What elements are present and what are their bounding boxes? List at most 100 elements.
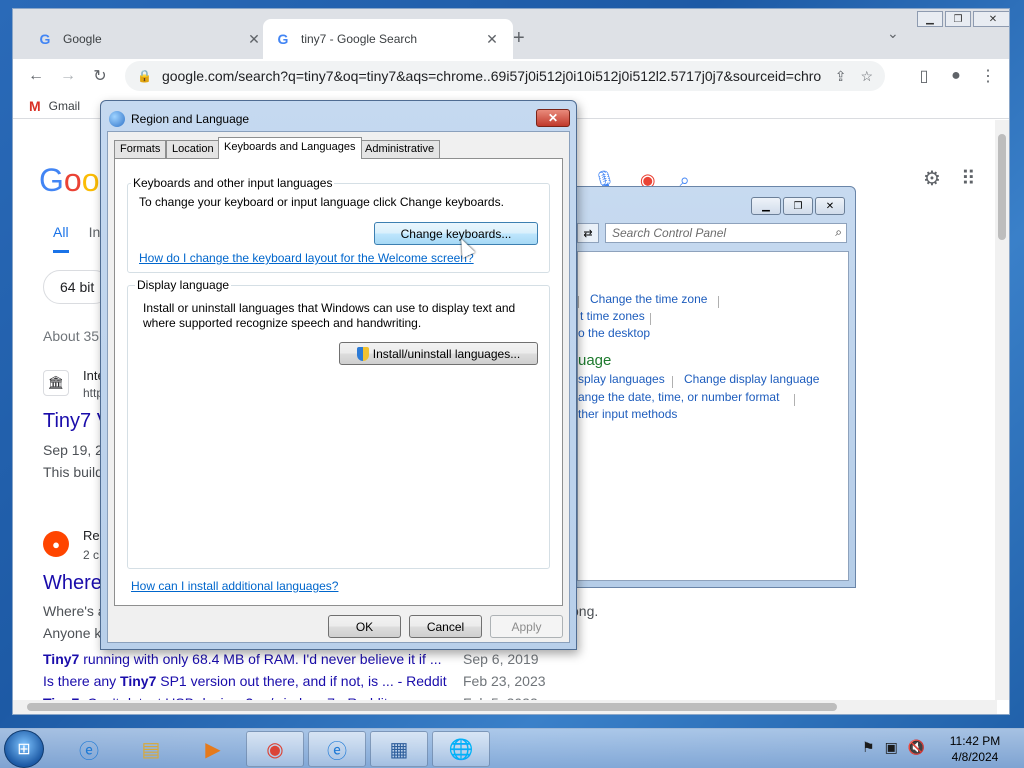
minimize-icon[interactable]: ▁ [917,11,943,27]
change-time-zone-link[interactable]: Change the time zone [590,292,707,306]
close-tab-icon[interactable]: ✕ [245,31,263,48]
sub-link-text: Is there any [43,673,121,689]
install-additional-languages-link[interactable]: How can I install additional languages? [131,579,338,593]
chrome-taskbar-icon[interactable]: ◉ [246,731,304,767]
horizontal-scrollbar[interactable] [13,700,997,714]
keyboards-group-label: Keyboards and other input languages [131,176,335,190]
tab-formats[interactable]: Formats [114,140,167,158]
tab-google[interactable]: G Google ✕ [25,19,275,59]
sub-link-text: SP1 version out there, and if not, is ..… [156,673,447,689]
tab-title: Google [63,32,102,46]
media-player-icon[interactable]: ▶ [184,731,242,767]
dialog-title-bar: Region and Language [109,111,249,127]
dialog-body: Formats Location Keyboards and Languages… [107,131,570,643]
tab-location[interactable]: Location [166,140,220,158]
side-panel-icon[interactable]: ▯ [913,65,935,87]
results-count: About 35 [43,328,100,344]
sub-link-bold: Tiny7 [43,651,80,667]
bookmark-gmail[interactable]: M Gmail [29,98,80,114]
result-title[interactable]: Where [43,572,102,595]
display-language-description-2: where supported recognize speech and han… [143,316,422,330]
apply-button[interactable]: Apply [490,615,563,638]
tab-tiny7-search[interactable]: G tiny7 - Google Search ✕ [263,19,513,59]
link-separator [650,313,651,325]
tab-administrative[interactable]: Administrative [359,140,441,158]
scrollbar-thumb[interactable] [27,703,837,711]
close-icon[interactable]: ✕ [815,197,845,215]
clock-desktop-link[interactable]: o the desktop [578,326,650,340]
sub-result-link[interactable]: Tiny7 running with only 68.4 MB of RAM. … [43,651,442,667]
clock-time: 11:42 PM [949,734,1001,748]
scrollbar-thumb[interactable] [998,134,1006,240]
back-arrow-icon[interactable]: ← [25,65,47,87]
link-separator [578,296,579,308]
start-button[interactable]: ⊞ [4,730,44,768]
dialog-title: Region and Language [131,112,250,126]
reddit-icon: ● [43,531,69,557]
region-language-taskbar-icon[interactable]: 🌐 [432,731,490,767]
bookmark-label: Gmail [48,98,81,113]
change-date-format-link[interactable]: ange the date, time, or number format [578,390,779,404]
control-panel-content: Change the time zone t time zones o the … [577,251,849,581]
clock-date: 4/8/2024 [951,750,999,764]
result-snippet: This build [43,464,103,480]
share-icon[interactable]: ⇪ [835,68,847,85]
volume-muted-icon[interactable]: 🔇 [908,739,925,756]
close-icon[interactable]: ✕ [536,109,570,127]
change-display-language-link[interactable]: Change display language [684,372,819,386]
google-favicon-icon: G [39,31,51,47]
chrome-window-controls: ▁ ❐ ✕ [915,11,1009,27]
network-icon[interactable]: ▣ [885,739,898,756]
close-tab-icon[interactable]: ✕ [483,31,501,48]
close-icon[interactable]: ✕ [973,11,1009,27]
address-bar[interactable]: 🔒 google.com/search?q=tiny7&oq=tiny7&aqs… [125,61,885,91]
chrome-tabstrip: G Google ✕ G tiny7 - Google Search ✕ + ⌄… [13,9,1009,59]
input-methods-link[interactable]: ther input methods [578,407,677,421]
refresh-icon[interactable]: ⇄ [577,223,599,243]
result-date: Sep 19, 2 [43,442,103,458]
link-separator [794,394,795,406]
control-panel-taskbar-icon[interactable]: ▦ [370,731,428,767]
additional-time-zones-link[interactable]: t time zones [580,309,645,323]
profile-avatar-icon[interactable]: ● [945,65,967,87]
internet-explorer-open-icon[interactable]: ⓔ [308,731,366,767]
display-languages-link[interactable]: splay languages [578,372,665,386]
action-center-flag-icon[interactable]: ⚑ [862,739,875,756]
new-tab-button[interactable]: + [513,27,525,50]
internet-explorer-icon[interactable]: ⓔ [60,731,118,767]
ok-button[interactable]: OK [328,615,401,638]
vertical-scrollbar[interactable] [995,120,1009,700]
display-language-group-label: Display language [135,278,232,292]
result-site-name: Re [83,528,100,543]
google-header-right: ⚙ ⠿ [923,166,976,191]
minimize-icon[interactable]: ▁ [751,197,781,215]
tab-keyboards-and-languages[interactable]: Keyboards and Languages [218,137,362,159]
search-icon[interactable]: ⌕ [835,225,842,240]
chrome-toolbar: ← → ↻ 🔒 google.com/search?q=tiny7&oq=tin… [13,59,1009,93]
bookmark-star-icon[interactable]: ☆ [860,68,873,85]
cancel-button[interactable]: Cancel [409,615,482,638]
display-language-description-1: Install or uninstall languages that Wind… [143,301,516,315]
region-language-heading[interactable]: uage [578,352,611,369]
settings-gear-icon[interactable]: ⚙ [923,166,941,191]
system-clock[interactable]: 11:42 PM 4/8/2024 [940,733,1010,765]
file-explorer-icon[interactable]: ▤ [122,731,180,767]
control-panel-search-input[interactable]: Search Control Panel ⌕ [605,223,847,243]
tab-images[interactable]: In [89,224,101,253]
welcome-keyboard-layout-link[interactable]: How do I change the keyboard layout for … [139,251,474,265]
tab-all[interactable]: All [53,224,69,253]
link-separator [718,296,719,308]
tab-search-chevron-icon[interactable]: ⌄ [887,25,899,42]
keyboards-languages-panel: Keyboards and other input languages To c… [114,158,563,606]
maximize-icon[interactable]: ❐ [945,11,971,27]
lock-icon[interactable]: 🔒 [137,69,152,83]
apps-grid-icon[interactable]: ⠿ [961,166,976,191]
maximize-icon[interactable]: ❐ [783,197,813,215]
result-url: 2 c [83,548,100,562]
sub-result-link[interactable]: Is there any Tiny7 SP1 version out there… [43,673,447,689]
install-uninstall-label: Install/uninstall languages... [372,346,521,361]
reload-icon[interactable]: ↻ [89,65,111,87]
forward-arrow-icon[interactable]: → [57,65,79,87]
install-uninstall-languages-button[interactable]: Install/uninstall languages... [339,342,538,365]
menu-dots-icon[interactable]: ⋮ [977,65,999,87]
